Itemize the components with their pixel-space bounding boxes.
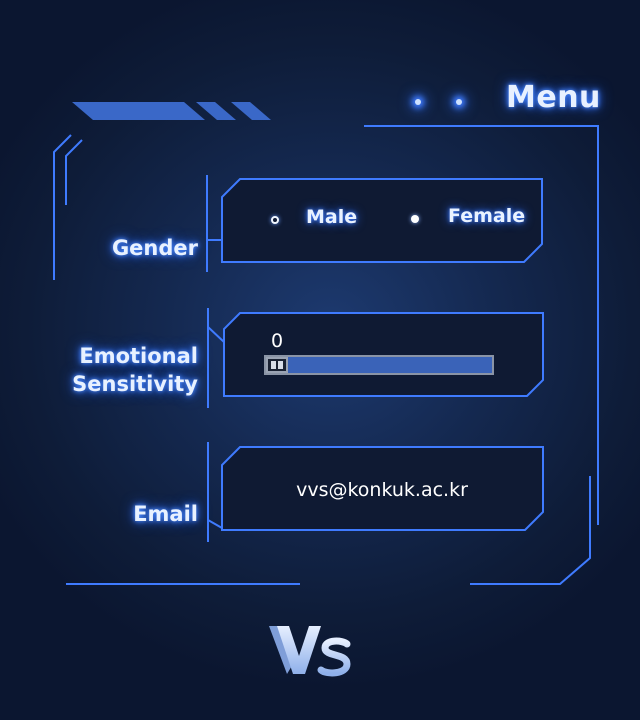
gender-radio-female[interactable]: Female <box>411 205 531 235</box>
gender-female-label: Female <box>448 205 526 227</box>
sensitivity-slider[interactable] <box>264 355 494 375</box>
sensitivity-label-line1: Emotional <box>79 344 198 368</box>
menu-button[interactable]: Menu <box>498 78 602 118</box>
radio-unchecked-icon[interactable] <box>271 216 279 224</box>
top-left-deco-bars <box>72 102 271 120</box>
vs-logo-icon: Vs <box>269 626 351 677</box>
menu-dot-icon <box>456 99 462 105</box>
sensitivity-label: Emotional Sensitivity <box>72 342 198 398</box>
slider-thumb-icon[interactable] <box>266 357 288 373</box>
gender-male-label: Male <box>306 206 358 228</box>
app-screen: Menu Gender Emotional Sensitivity Email … <box>0 0 640 720</box>
deco-bar-short-1 <box>196 102 236 120</box>
email-field[interactable] <box>234 462 530 518</box>
email-connector <box>207 519 223 529</box>
gender-radio-male[interactable]: Male <box>271 206 361 236</box>
deco-bar-short-2 <box>231 102 271 120</box>
left-inner-bracket <box>65 139 83 205</box>
sensitivity-value: 0 <box>271 330 284 352</box>
gender-label: Gender <box>111 236 198 260</box>
email-label: Email <box>133 502 198 526</box>
menu-dot-icon <box>415 99 421 105</box>
menu-label: Menu <box>506 80 601 115</box>
deco-bar-long <box>72 102 205 120</box>
radio-checked-icon[interactable] <box>411 215 419 223</box>
sensitivity-label-line2: Sensitivity <box>72 372 198 396</box>
sensitivity-connector <box>207 326 225 343</box>
left-outer-bracket <box>53 134 72 280</box>
